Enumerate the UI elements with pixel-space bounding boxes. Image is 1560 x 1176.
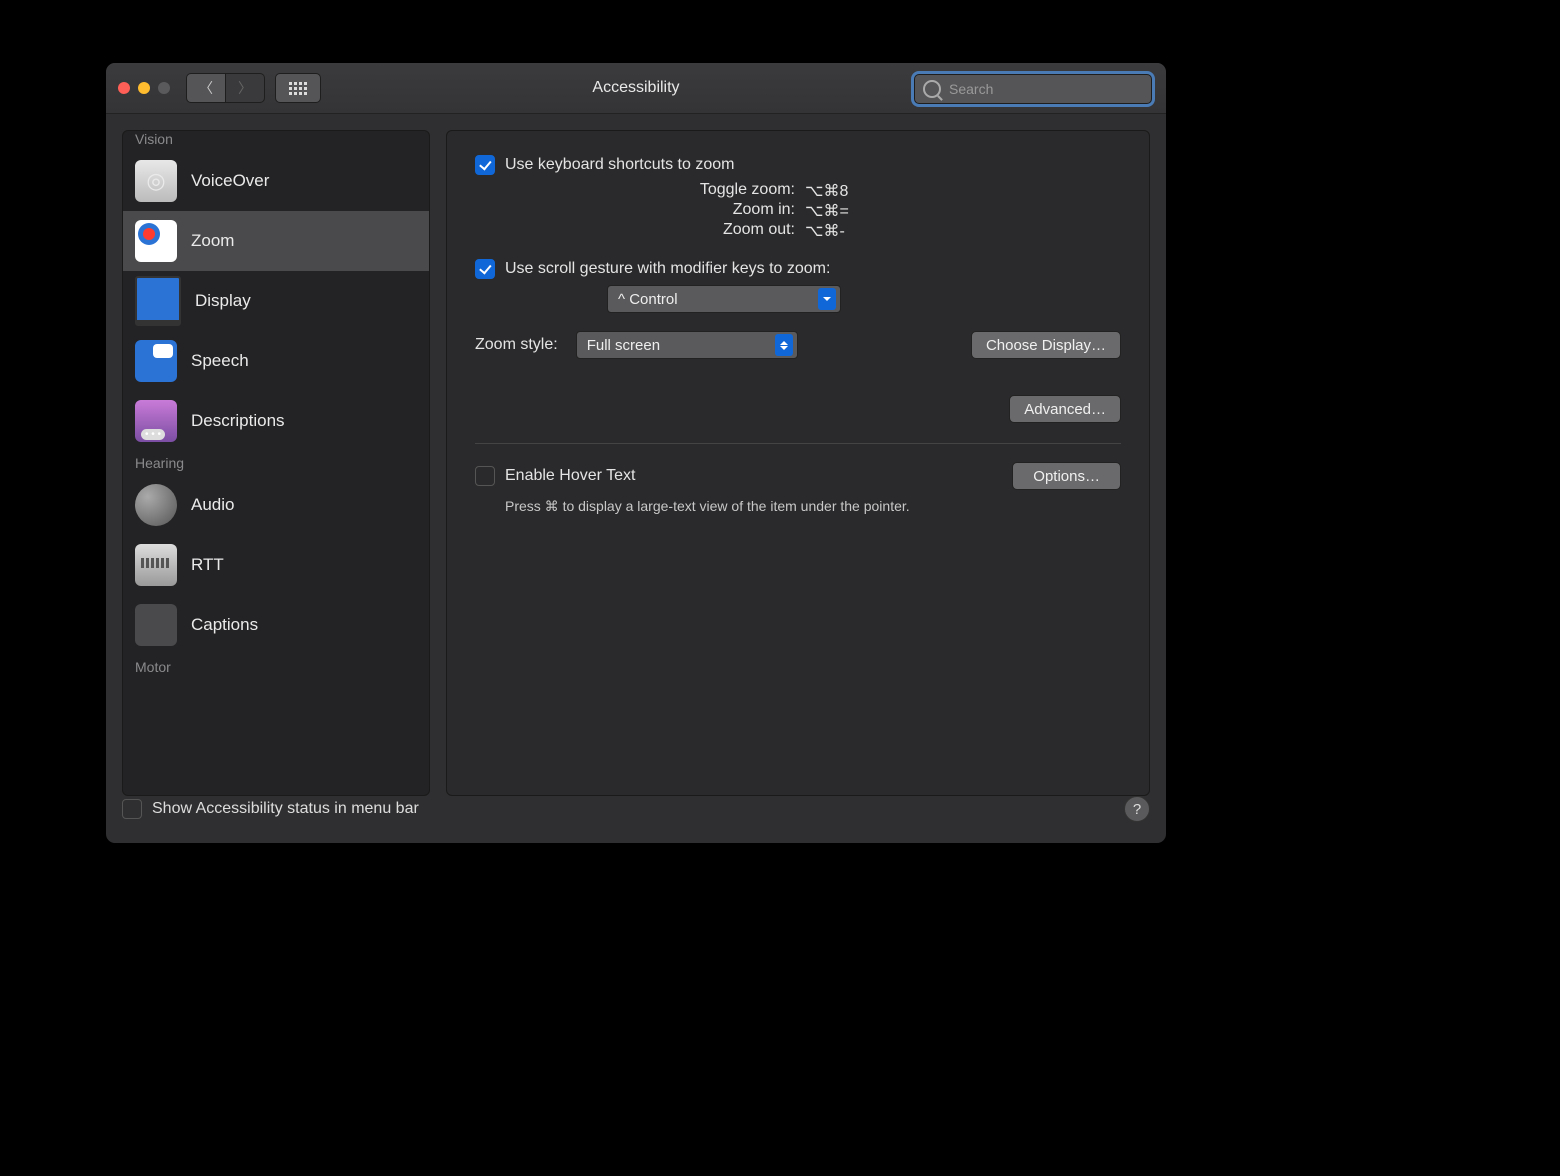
scroll-gesture-label: Use scroll gesture with modifier keys to… bbox=[505, 260, 830, 278]
kbd-shortcuts-table: Toggle zoom:⌥⌘8 Zoom in:⌥⌘= Zoom out:⌥⌘- bbox=[475, 181, 1121, 241]
search-field[interactable] bbox=[914, 74, 1152, 104]
sidebar-item-label: Audio bbox=[191, 495, 234, 515]
sidebar-item-rtt[interactable]: RTT bbox=[123, 535, 429, 595]
preferences-window: 〈 〉 Accessibility Vision ◎ VoiceOver Zoo… bbox=[105, 62, 1167, 844]
search-input[interactable] bbox=[947, 80, 1143, 98]
zoom-icon bbox=[135, 220, 177, 262]
hover-options-button[interactable]: Options… bbox=[1012, 462, 1121, 490]
nav-buttons: 〈 〉 bbox=[186, 73, 265, 103]
grid-icon bbox=[289, 82, 307, 95]
sidebar-item-label: VoiceOver bbox=[191, 171, 269, 191]
rtt-icon bbox=[135, 544, 177, 586]
sidebar-item-captions[interactable]: Captions bbox=[123, 595, 429, 655]
zoom-out-label: Zoom out: bbox=[475, 221, 805, 241]
kbd-shortcuts-label: Use keyboard shortcuts to zoom bbox=[505, 156, 734, 174]
sidebar-item-voiceover[interactable]: ◎ VoiceOver bbox=[123, 151, 429, 211]
up-down-icon bbox=[775, 334, 793, 356]
footer: Show Accessibility status in menu bar ? bbox=[122, 785, 1150, 833]
sidebar-item-zoom[interactable]: Zoom bbox=[123, 211, 429, 271]
toggle-zoom-value: ⌥⌘8 bbox=[805, 181, 848, 201]
zoom-in-value: ⌥⌘= bbox=[805, 201, 849, 221]
main-pane: Use keyboard shortcuts to zoom Toggle zo… bbox=[446, 130, 1150, 796]
kbd-shortcuts-checkbox[interactable] bbox=[475, 155, 495, 175]
chevron-down-icon bbox=[818, 288, 836, 310]
modifier-select[interactable]: ^ Control bbox=[607, 285, 841, 313]
zoom-style-value: Full screen bbox=[587, 337, 660, 354]
zoom-out-value: ⌥⌘- bbox=[805, 221, 845, 241]
sidebar-item-audio[interactable]: Audio bbox=[123, 475, 429, 535]
zoom-in-label: Zoom in: bbox=[475, 201, 805, 221]
hover-text-checkbox[interactable] bbox=[475, 466, 495, 486]
display-icon bbox=[135, 276, 181, 326]
window-controls bbox=[118, 82, 170, 94]
zoom-window-icon bbox=[158, 82, 170, 94]
sidebar-item-speech[interactable]: Speech bbox=[123, 331, 429, 391]
chevron-left-icon: 〈 bbox=[199, 78, 213, 98]
zoom-style-select[interactable]: Full screen bbox=[576, 331, 798, 359]
hover-hint: Press ⌘ to display a large-text view of … bbox=[505, 498, 1121, 515]
chevron-right-icon: 〉 bbox=[238, 78, 252, 98]
speech-icon bbox=[135, 340, 177, 382]
resize-handle[interactable] bbox=[1149, 826, 1163, 840]
choose-display-button[interactable]: Choose Display… bbox=[971, 331, 1121, 359]
minimize-icon[interactable] bbox=[138, 82, 150, 94]
zoom-style-label: Zoom style: bbox=[475, 336, 558, 354]
show-status-label: Show Accessibility status in menu bar bbox=[152, 800, 419, 818]
sidebar-item-label: Zoom bbox=[191, 231, 234, 251]
descriptions-icon bbox=[135, 400, 177, 442]
close-icon[interactable] bbox=[118, 82, 130, 94]
hover-text-label: Enable Hover Text bbox=[505, 467, 635, 485]
titlebar: 〈 〉 Accessibility bbox=[106, 63, 1166, 114]
help-button[interactable]: ? bbox=[1124, 796, 1150, 822]
captions-icon bbox=[135, 604, 177, 646]
sidebar-item-display[interactable]: Display bbox=[123, 271, 429, 331]
question-icon: ? bbox=[1133, 801, 1141, 818]
sidebar-section-hearing: Hearing bbox=[123, 451, 429, 475]
advanced-button[interactable]: Advanced… bbox=[1009, 395, 1121, 423]
sidebar-item-label: Captions bbox=[191, 615, 258, 635]
forward-button: 〉 bbox=[226, 73, 265, 103]
sidebar-item-label: Descriptions bbox=[191, 411, 285, 431]
toggle-zoom-label: Toggle zoom: bbox=[475, 181, 805, 201]
back-button[interactable]: 〈 bbox=[186, 73, 226, 103]
sidebar-section-vision: Vision bbox=[123, 130, 429, 151]
sidebar-item-label: Display bbox=[195, 291, 251, 311]
search-icon bbox=[923, 80, 941, 98]
sidebar: Vision ◎ VoiceOver Zoom Display Speech D… bbox=[122, 130, 430, 796]
sidebar-item-label: RTT bbox=[191, 555, 224, 575]
sidebar-section-motor: Motor bbox=[123, 655, 429, 679]
audio-icon bbox=[135, 484, 177, 526]
sidebar-item-label: Speech bbox=[191, 351, 249, 371]
show-all-button[interactable] bbox=[275, 73, 321, 103]
divider bbox=[475, 443, 1121, 444]
show-status-checkbox[interactable] bbox=[122, 799, 142, 819]
scroll-gesture-checkbox[interactable] bbox=[475, 259, 495, 279]
modifier-value: ^ Control bbox=[618, 291, 678, 308]
voiceover-icon: ◎ bbox=[135, 160, 177, 202]
sidebar-item-descriptions[interactable]: Descriptions bbox=[123, 391, 429, 451]
